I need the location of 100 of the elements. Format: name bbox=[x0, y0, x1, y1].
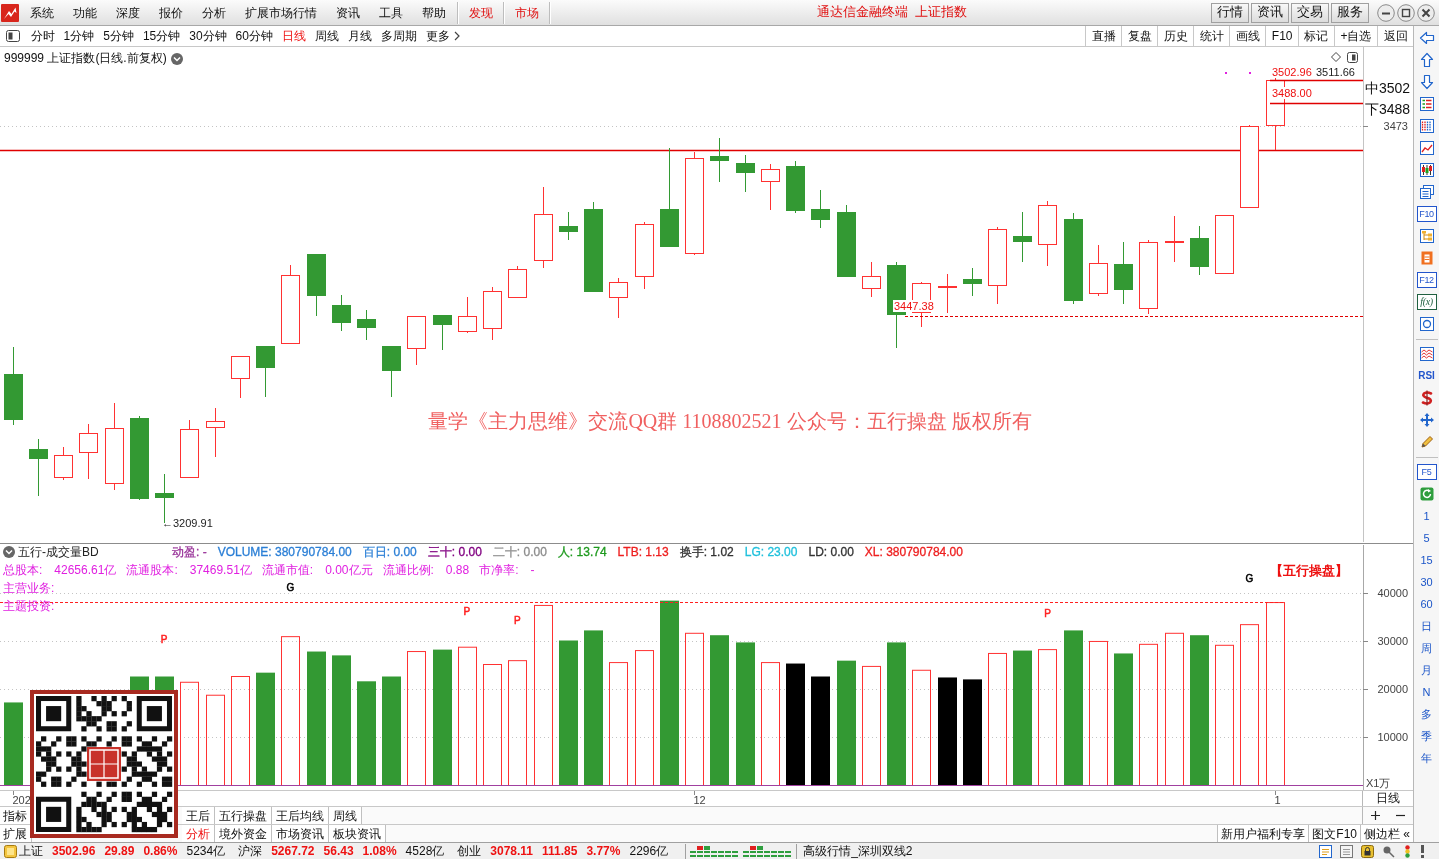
period-button[interactable]: 周 bbox=[1414, 637, 1439, 659]
up-arrow-icon[interactable] bbox=[1418, 52, 1435, 68]
menu-item[interactable]: 扩展市场行情 bbox=[235, 1, 326, 24]
period-tab[interactable]: 60分钟 bbox=[231, 26, 278, 46]
key-button[interactable]: f(x) bbox=[1416, 294, 1437, 310]
tab[interactable]: 市场资讯 bbox=[272, 825, 329, 842]
tree-icon[interactable] bbox=[1418, 228, 1435, 244]
tab[interactable]: 指标 bbox=[0, 807, 32, 824]
info-value: 42656.61亿 bbox=[54, 561, 117, 579]
period-tab[interactable]: 日线 bbox=[277, 26, 311, 46]
candlestick bbox=[1190, 225, 1209, 276]
candlestick bbox=[483, 286, 502, 341]
close-icon[interactable] bbox=[1417, 3, 1435, 22]
indicator-button[interactable]: RSI bbox=[1418, 365, 1435, 387]
header-button[interactable]: 行情 bbox=[1211, 2, 1249, 23]
menu-item[interactable]: 市场 bbox=[507, 1, 547, 24]
down-arrow-icon[interactable] bbox=[1418, 74, 1435, 90]
tab[interactable]: 板块资讯 bbox=[329, 825, 386, 842]
tab[interactable]: 王后 bbox=[182, 807, 215, 824]
key-button[interactable]: F10 bbox=[1416, 206, 1437, 222]
collapse-icon[interactable] bbox=[3, 546, 15, 558]
key-button[interactable]: F5 bbox=[1416, 464, 1437, 480]
header-button[interactable]: 资讯 bbox=[1251, 2, 1289, 23]
chart-marker: G bbox=[286, 582, 295, 594]
move-icon[interactable] bbox=[1418, 412, 1435, 428]
period-tab[interactable]: 多周期 bbox=[376, 26, 422, 46]
period-button[interactable]: 5 bbox=[1414, 527, 1439, 549]
menu-item[interactable]: 发现 bbox=[461, 1, 501, 24]
maximize-icon[interactable] bbox=[1397, 3, 1415, 22]
candlestick-icon[interactable] bbox=[1418, 162, 1435, 178]
wave-icon[interactable] bbox=[1418, 346, 1435, 362]
color-list-icon[interactable] bbox=[1418, 96, 1435, 112]
diamond-icon[interactable] bbox=[1331, 52, 1341, 62]
period-tab[interactable]: 30分钟 bbox=[184, 26, 232, 46]
pencil-icon[interactable] bbox=[1418, 434, 1435, 450]
period-tab[interactable]: 5分钟 bbox=[98, 26, 139, 46]
tab[interactable]: 境外资金 bbox=[215, 825, 272, 842]
period-button[interactable]: 年 bbox=[1414, 747, 1439, 769]
note-icon[interactable] bbox=[1319, 844, 1332, 858]
sidebar-toggle-icon[interactable] bbox=[6, 30, 20, 42]
key-button[interactable]: F12 bbox=[1416, 272, 1437, 288]
toolbar-button[interactable]: 标记 bbox=[1298, 26, 1334, 46]
toolbar-button[interactable]: 复盘 bbox=[1121, 26, 1158, 46]
tab[interactable]: 五行操盘 bbox=[215, 807, 272, 824]
toolbar-button[interactable]: +自选 bbox=[1334, 26, 1377, 46]
period-tab[interactable]: 1分钟 bbox=[59, 26, 99, 46]
traffic-light-icon[interactable] bbox=[1403, 844, 1412, 858]
tab[interactable]: 王后均线 bbox=[272, 807, 329, 824]
period-button[interactable]: 多 bbox=[1414, 703, 1439, 725]
menu-item[interactable]: 分析 bbox=[192, 1, 235, 24]
period-button[interactable]: 日 bbox=[1414, 615, 1439, 637]
market-icon[interactable] bbox=[4, 844, 17, 858]
period-tab[interactable]: 月线 bbox=[343, 26, 377, 46]
toolbar-button[interactable]: F10 bbox=[1265, 26, 1298, 46]
period-tab[interactable]: 15分钟 bbox=[138, 26, 185, 46]
menu-item[interactable]: 工具 bbox=[369, 1, 412, 24]
alert-icon[interactable] bbox=[1420, 844, 1425, 858]
back-arrow-icon[interactable] bbox=[1418, 30, 1435, 46]
list-icon[interactable] bbox=[1418, 118, 1435, 134]
period-button[interactable]: 30 bbox=[1414, 571, 1439, 593]
period-button[interactable]: 1 bbox=[1414, 505, 1439, 527]
more-button[interactable]: 更多 bbox=[421, 26, 465, 46]
index-name: 创业 bbox=[457, 842, 482, 859]
period-tab[interactable]: 分时 bbox=[26, 26, 59, 46]
period-button[interactable]: N bbox=[1414, 681, 1439, 703]
lock-icon[interactable] bbox=[1361, 844, 1374, 858]
menu-item[interactable]: 报价 bbox=[149, 1, 192, 24]
period-button[interactable]: 15 bbox=[1414, 549, 1439, 571]
toolbar-button[interactable]: 侧边栏 « bbox=[1360, 825, 1413, 842]
window-title: 通达信金融终端 上证指数 bbox=[816, 4, 968, 21]
document-icon[interactable] bbox=[1340, 844, 1353, 858]
plus-icon[interactable] bbox=[1371, 811, 1380, 820]
tab[interactable]: 扩展 bbox=[0, 825, 32, 842]
toolbar-button[interactable]: 新用户福利专享 bbox=[1217, 825, 1309, 842]
window-icon[interactable] bbox=[1347, 52, 1358, 63]
refresh-icon[interactable] bbox=[1418, 486, 1435, 502]
header-button[interactable]: 服务 bbox=[1331, 2, 1369, 23]
toolbar-button[interactable]: 画线 bbox=[1229, 26, 1266, 46]
toolbar-button[interactable]: 图文F10 bbox=[1308, 825, 1360, 842]
menu-item[interactable]: 深度 bbox=[106, 1, 149, 24]
collapse-icon[interactable] bbox=[170, 52, 183, 65]
period-button[interactable]: 60 bbox=[1414, 593, 1439, 615]
minimize-icon[interactable] bbox=[1377, 3, 1395, 22]
menu-item[interactable]: 资讯 bbox=[326, 1, 369, 24]
period-button[interactable]: 月 bbox=[1414, 659, 1439, 681]
tab[interactable]: 周线 bbox=[329, 807, 362, 824]
line-chart-icon[interactable] bbox=[1418, 140, 1435, 156]
period-button[interactable]: 季 bbox=[1414, 725, 1439, 747]
toolbar-button[interactable]: 直播 bbox=[1085, 26, 1122, 46]
toolbar-button[interactable]: 历史 bbox=[1157, 26, 1194, 46]
period-tab[interactable]: 周线 bbox=[310, 26, 344, 46]
menu-item[interactable]: 帮助 bbox=[412, 1, 455, 24]
cards-icon[interactable] bbox=[1418, 184, 1435, 200]
magnifier-icon[interactable] bbox=[1382, 844, 1395, 858]
tab[interactable]: 分析 bbox=[182, 825, 215, 842]
menu-item[interactable]: 功能 bbox=[63, 1, 106, 24]
app-logo-icon[interactable] bbox=[1, 3, 19, 22]
header-button[interactable]: 交易 bbox=[1291, 2, 1329, 23]
toolbar-button[interactable]: 统计 bbox=[1193, 26, 1230, 46]
menu-item[interactable]: 系统 bbox=[20, 1, 63, 24]
